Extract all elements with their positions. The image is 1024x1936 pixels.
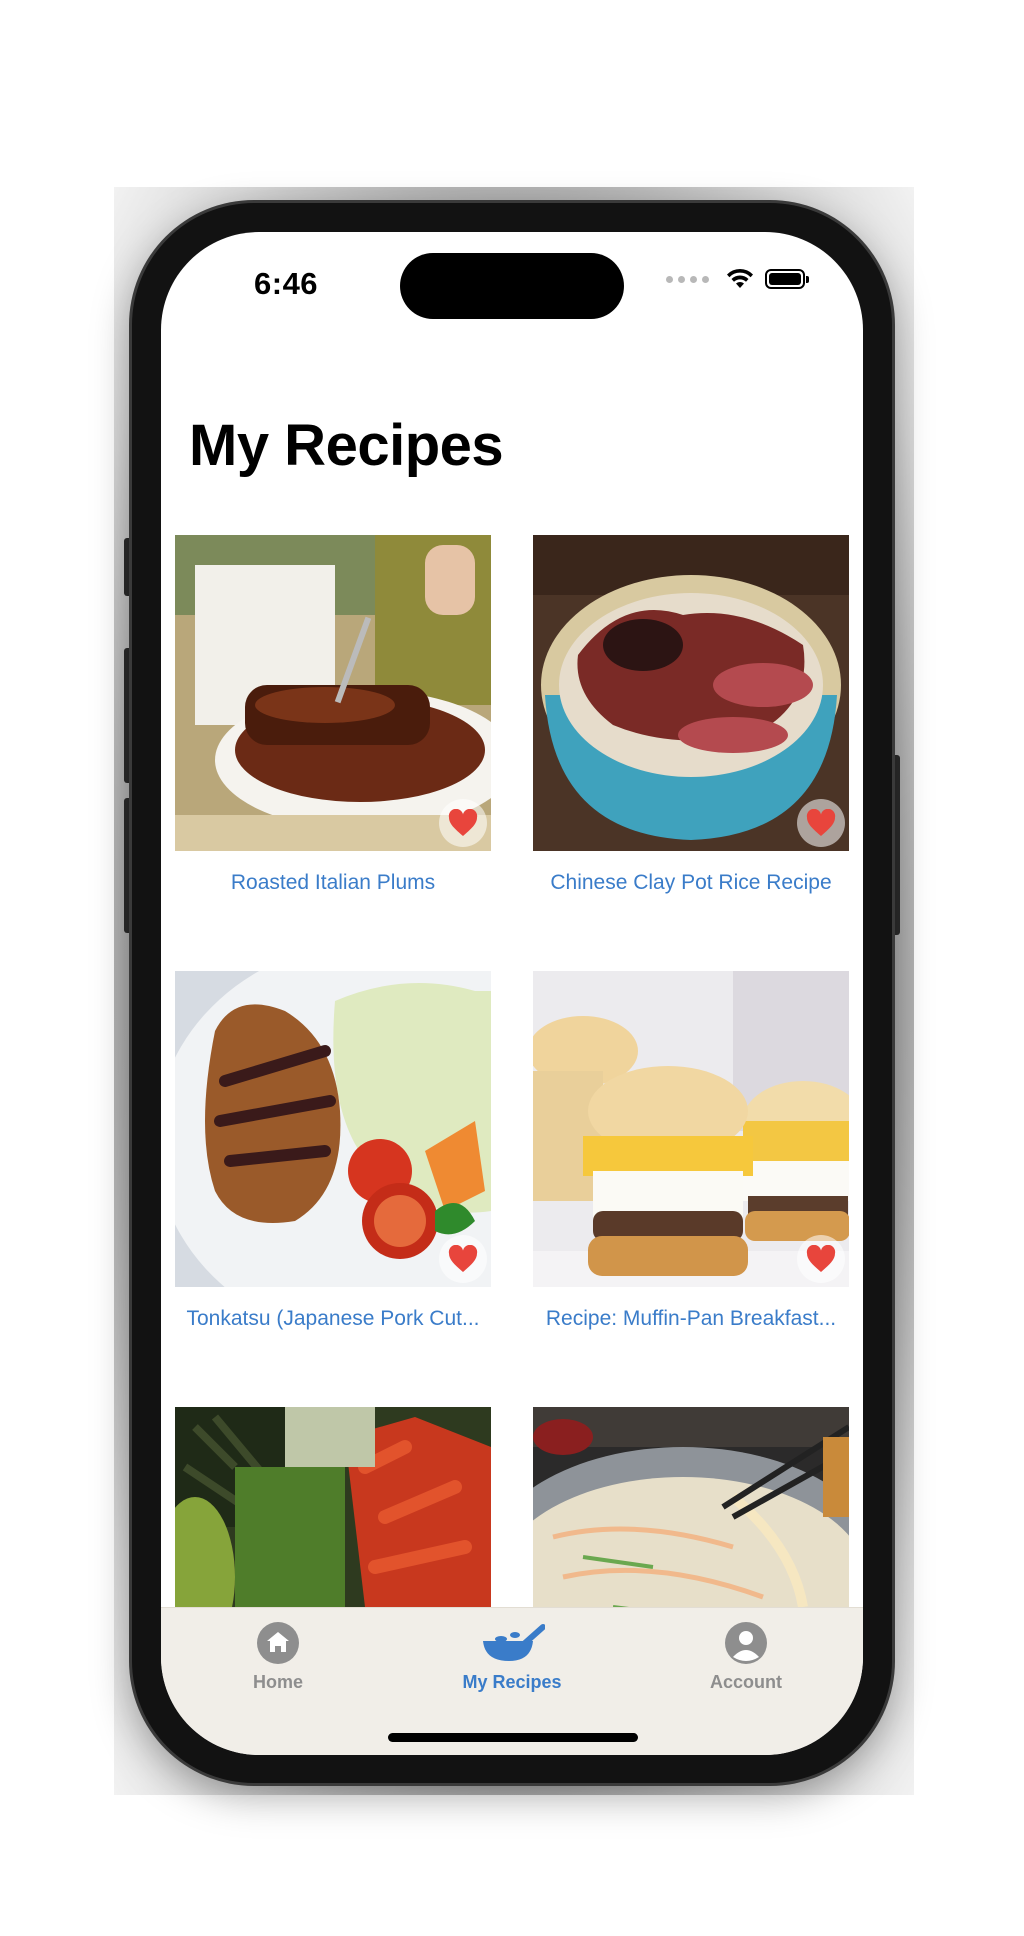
recipe-card[interactable]: Chinese Clay Pot Rice Recipe: [533, 535, 849, 895]
tab-label: Home: [252, 1672, 303, 1692]
recipe-image-claypot[interactable]: [533, 535, 849, 851]
home-indicator[interactable]: [388, 1733, 638, 1742]
tab-label: My Recipes: [462, 1672, 562, 1692]
dynamic-island: [400, 253, 624, 319]
status-time: 6:46: [254, 266, 319, 301]
recipe-title[interactable]: Chinese Clay Pot Rice Recipe: [533, 871, 849, 895]
wok-icon: [432, 1620, 592, 1666]
favorite-button[interactable]: [439, 1235, 487, 1283]
app-screen: 6:46 My Recipes Roasted Italian Plums Ch…: [161, 232, 863, 1755]
house-icon: [198, 1620, 358, 1666]
heart-icon: [448, 1245, 478, 1272]
favorite-button[interactable]: [439, 799, 487, 847]
battery-icon: [765, 269, 809, 289]
tab-home[interactable]: Home: [198, 1620, 358, 1693]
person-circle-icon: [666, 1620, 826, 1666]
heart-icon: [448, 809, 478, 836]
cellular-signal-icon: [666, 275, 709, 283]
favorite-button[interactable]: [797, 799, 845, 847]
tab-label: Account: [710, 1672, 782, 1692]
recipe-card[interactable]: Tonkatsu (Japanese Pork Cut...: [175, 971, 491, 1331]
heart-icon: [806, 809, 836, 836]
recipe-card[interactable]: Recipe: Muffin-Pan Breakfast...: [533, 971, 849, 1331]
status-icons: [666, 268, 809, 290]
favorite-button[interactable]: [797, 1235, 845, 1283]
recipe-card[interactable]: Roasted Italian Plums: [175, 535, 491, 895]
wifi-icon: [727, 268, 753, 288]
page-title: My Recipes: [189, 413, 504, 478]
recipe-title[interactable]: Tonkatsu (Japanese Pork Cut...: [175, 1307, 491, 1331]
recipe-image-roast[interactable]: [175, 535, 491, 851]
tab-my-recipes[interactable]: My Recipes: [432, 1620, 592, 1693]
recipe-image-tonkatsu[interactable]: [175, 971, 491, 1287]
tab-account[interactable]: Account: [666, 1620, 826, 1693]
recipe-title[interactable]: Recipe: Muffin-Pan Breakfast...: [533, 1307, 849, 1331]
heart-icon: [806, 1245, 836, 1272]
recipe-image-muffin-pan[interactable]: [533, 971, 849, 1287]
power-button: [891, 755, 900, 935]
recipe-title[interactable]: Roasted Italian Plums: [175, 871, 491, 895]
